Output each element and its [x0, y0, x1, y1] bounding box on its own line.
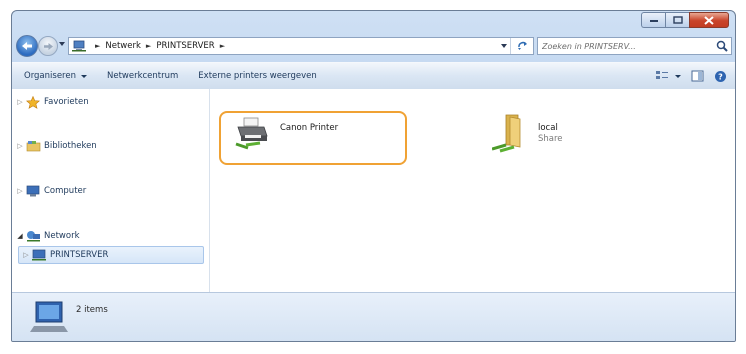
libraries-icon — [25, 139, 41, 153]
file-type: Share — [538, 134, 563, 144]
file-list: Canon Printer local Share — [210, 89, 735, 295]
external-printers-button[interactable]: Externe printers weergeven — [188, 63, 326, 89]
star-icon — [25, 95, 41, 109]
address-bar[interactable]: ► Netwerk ► PRINTSERVER ► — [68, 37, 534, 55]
command-bar: Organiseren Netwerkcentrum Externe print… — [12, 62, 735, 90]
collapse-arrow-icon[interactable]: ◢ — [15, 232, 25, 240]
nav-libraries[interactable]: ▷ Bibliotheken — [12, 137, 97, 155]
search-input[interactable] — [538, 38, 714, 54]
help-button[interactable]: ? — [714, 70, 727, 83]
caption-buttons — [641, 12, 729, 28]
maximize-icon — [672, 16, 683, 24]
minimize-icon — [649, 20, 658, 22]
details-pane: 2 items — [12, 292, 735, 341]
refresh-button[interactable] — [510, 38, 533, 54]
breadcrumb-printserver[interactable]: PRINTSERVER — [156, 41, 214, 51]
help-icon: ? — [715, 70, 726, 82]
network-icon — [72, 40, 86, 52]
address-row: ► Netwerk ► PRINTSERVER ► — [12, 33, 735, 59]
svg-text:?: ? — [718, 72, 723, 81]
organize-label: Organiseren — [24, 71, 76, 81]
network-center-button[interactable]: Netwerkcentrum — [97, 63, 188, 89]
server-icon — [31, 248, 47, 262]
file-item-local[interactable]: local Share — [492, 113, 563, 153]
navigation-pane: ▷ Favorieten ▷ Bibliotheken ▷ Computer ◢… — [12, 89, 210, 295]
expand-arrow-icon[interactable]: ▷ — [15, 187, 25, 195]
preview-pane-button[interactable] — [691, 70, 704, 82]
back-button[interactable] — [16, 35, 38, 57]
network-icon — [25, 229, 41, 243]
forward-button[interactable] — [38, 36, 58, 56]
close-icon — [704, 15, 714, 25]
chevron-down-icon — [675, 74, 681, 78]
breadcrumb-network[interactable]: Netwerk — [105, 41, 141, 51]
recent-pages-dropdown[interactable] — [59, 42, 65, 46]
close-button[interactable] — [689, 12, 729, 28]
breadcrumb-separator[interactable]: ► — [146, 42, 151, 50]
expand-arrow-icon[interactable]: ▷ — [21, 251, 31, 259]
maximize-button[interactable] — [665, 12, 689, 28]
computer-icon — [25, 184, 41, 198]
file-name: local — [538, 123, 558, 133]
network-center-label: Netwerkcentrum — [106, 71, 179, 81]
file-name: Canon Printer — [280, 123, 339, 133]
nav-computer-label: Computer — [44, 186, 87, 196]
view-options-icon — [656, 71, 668, 79]
search-icon[interactable] — [716, 40, 728, 55]
breadcrumb-separator[interactable]: ► — [95, 42, 100, 50]
computer-icon — [30, 299, 70, 335]
forward-arrow-icon — [43, 42, 53, 50]
expand-arrow-icon[interactable]: ▷ — [15, 98, 25, 106]
external-printers-label: Externe printers weergeven — [198, 71, 317, 81]
shared-folder-icon — [492, 113, 532, 153]
chevron-down-icon — [80, 74, 87, 78]
file-item-canon-printer[interactable]: Canon Printer — [234, 113, 338, 153]
preview-pane-icon — [691, 70, 704, 82]
nav-computer[interactable]: ▷ Computer — [12, 182, 86, 200]
refresh-icon — [517, 41, 527, 50]
printer-icon — [234, 113, 274, 153]
nav-favorites-label: Favorieten — [44, 97, 89, 107]
content-area: ▷ Favorieten ▷ Bibliotheken ▷ Computer ◢… — [12, 89, 735, 295]
title-bar — [12, 11, 735, 33]
view-options-button[interactable] — [655, 70, 681, 82]
organize-button[interactable]: Organiseren — [12, 63, 97, 89]
nav-network[interactable]: ◢ Network — [12, 227, 80, 245]
back-arrow-icon — [22, 42, 32, 50]
nav-network-label: Network — [44, 231, 80, 241]
nav-printserver[interactable]: ▷ PRINTSERVER — [18, 246, 204, 264]
nav-favorites[interactable]: ▷ Favorieten — [12, 93, 89, 111]
address-dropdown[interactable] — [501, 44, 507, 48]
breadcrumb-separator[interactable]: ► — [220, 42, 225, 50]
nav-libraries-label: Bibliotheken — [44, 141, 97, 151]
expand-arrow-icon[interactable]: ▷ — [15, 142, 25, 150]
minimize-button[interactable] — [641, 12, 665, 28]
nav-printserver-label: PRINTSERVER — [50, 250, 109, 260]
explorer-window: ► Netwerk ► PRINTSERVER ► Organiseren Ne… — [11, 10, 736, 342]
search-box — [537, 37, 732, 55]
item-count: 2 items — [76, 305, 108, 315]
